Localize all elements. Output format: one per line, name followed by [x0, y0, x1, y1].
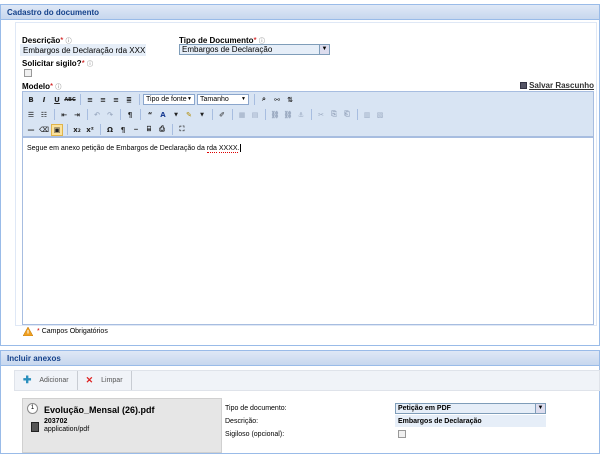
anchor-icon[interactable]: ⚓ [295, 109, 307, 121]
binoculars-icon[interactable]: ⚯ [271, 94, 283, 106]
attachment-tipo-select[interactable]: Petição em PDF ▼ [395, 403, 546, 414]
omega-icon[interactable]: Ω [104, 124, 116, 136]
attachment-size: 203702 [44, 418, 68, 425]
pilcrow-icon[interactable]: ¶ [117, 124, 129, 136]
add-button[interactable]: ✚ Adicionar [15, 371, 78, 390]
indent-icon[interactable]: ⇥ [71, 109, 83, 121]
align-justify-icon[interactable]: ≣ [123, 94, 135, 106]
numbered-list-icon[interactable]: ☷ [38, 109, 50, 121]
redo-icon[interactable]: ↷ [104, 109, 116, 121]
required-asterisk: * [81, 59, 85, 68]
attachment-number: 1 [27, 403, 38, 414]
blockquote-icon[interactable]: “ [144, 109, 156, 121]
warning-icon [23, 327, 33, 336]
close-icon: ✕ [85, 375, 94, 385]
link-icon[interactable]: ⛓ [269, 109, 281, 121]
font-family-select[interactable]: Tipo de fonte ▼ [143, 94, 195, 105]
outdent-icon[interactable]: ⇤ [58, 109, 70, 121]
clear-button[interactable]: ✕ Limpar [78, 371, 132, 390]
tipo-documento-select[interactable]: Embargos de Declaração ▼ [179, 44, 330, 55]
table-insert-icon[interactable]: ▦ [236, 109, 248, 121]
save-draft-link[interactable]: Salvar Rascunho [520, 81, 594, 90]
attachment-sigiloso-checkbox[interactable] [398, 430, 406, 438]
sigilo-checkbox[interactable] [24, 69, 32, 77]
strikethrough-icon[interactable]: ABC [64, 94, 76, 106]
descricao-input[interactable]: Embargos de Declaração rda XXXX [20, 44, 146, 56]
replace-icon[interactable]: ⇅ [284, 94, 296, 106]
required-note: * Campos Obrigatórios [23, 327, 108, 336]
copy-icon[interactable]: ⎘ [328, 109, 340, 121]
italic-icon[interactable]: I [38, 94, 50, 106]
pagebreak-icon[interactable]: ⎯ [130, 124, 142, 136]
bold-icon[interactable]: B [25, 94, 37, 106]
sigilo-label: Solicitar sigilo?* ⓘ [22, 59, 93, 68]
bullet-list-icon[interactable]: ☰ [25, 109, 37, 121]
toolbar-row-1: B I U ABC ≡ ≡ ≡ ≣ Tipo de fonte ▼ Tamanho… [25, 93, 297, 106]
attachment-mime: application/pdf [44, 426, 90, 433]
horizontal-rule-icon[interactable]: — [25, 124, 37, 136]
align-center-icon[interactable]: ≡ [97, 94, 109, 106]
align-left-icon[interactable]: ≡ [84, 94, 96, 106]
paste-icon[interactable]: ⎗ [341, 109, 353, 121]
print-icon[interactable]: ⎙ [156, 124, 168, 136]
paragraph-icon[interactable]: ¶ [124, 109, 136, 121]
edit-icon[interactable]: ✐ [216, 109, 228, 121]
chevron-down-icon[interactable]: ▼ [196, 109, 208, 121]
table-delete-icon[interactable]: ▧ [374, 109, 386, 121]
floppy-disk-icon [520, 82, 528, 89]
unlink-icon[interactable]: ⛓ [282, 109, 294, 121]
chevron-down-icon[interactable]: ▼ [535, 404, 545, 413]
attachments-panel-title: Incluir anexos [1, 351, 599, 366]
subscript-icon[interactable]: x₂ [71, 124, 83, 136]
text-caret [239, 144, 241, 152]
help-icon[interactable]: ⓘ [87, 62, 93, 68]
template-icon[interactable]: ⌸ [143, 124, 155, 136]
attachment-tipo-label: Tipo de documento: [225, 405, 287, 412]
attachment-sigiloso-label: Sigiloso (opcional): [225, 431, 285, 438]
plus-icon: ✚ [23, 375, 32, 386]
attachment-desc-label: Descrição: [225, 418, 259, 425]
table-props-icon[interactable]: ▤ [249, 109, 261, 121]
required-asterisk: * [50, 82, 54, 91]
image-icon[interactable]: ▣ [51, 123, 63, 136]
cut-icon[interactable]: ✂ [315, 109, 327, 121]
table-icon[interactable]: ▥ [361, 109, 373, 121]
toolbar-row-2: ☰ ☷ ⇤ ⇥ ↶ ↷ ¶ “ A ▼ ✎ ▼ ✐ ▦ ▤ ⛓ ⛓ ⚓ ✂ ⎘ … [25, 108, 387, 121]
font-size-select[interactable]: Tamanho ▼ [197, 94, 249, 105]
superscript-icon[interactable]: x² [84, 124, 96, 136]
fullscreen-icon[interactable]: ⛶ [176, 124, 188, 136]
find-icon[interactable]: ⌕ [258, 94, 270, 106]
modelo-label: Modelo* ⓘ [22, 82, 62, 91]
underline-icon[interactable]: U [51, 94, 63, 106]
editor-toolbar: B I U ABC ≡ ≡ ≡ ≣ Tipo de fonte ▼ Tamanho… [22, 91, 594, 137]
eraser-icon[interactable]: ⌫ [38, 124, 50, 136]
editor-content[interactable]: Segue em anexo petição de Embargos de De… [22, 137, 594, 325]
attachment-desc-input[interactable]: Embargos de Declaração [395, 415, 546, 427]
chevron-down-icon: ▼ [187, 96, 192, 102]
attachment-filename: Evolução_Mensal (26).pdf [44, 405, 155, 415]
chevron-down-icon: ▼ [241, 96, 246, 102]
align-right-icon[interactable]: ≡ [110, 94, 122, 106]
chevron-down-icon[interactable]: ▼ [170, 109, 182, 121]
trash-icon[interactable] [31, 422, 39, 432]
chevron-down-icon[interactable]: ▼ [319, 45, 329, 54]
toolbar-row-3: — ⌫ ▣ x₂ x² Ω ¶ ⎯ ⌸ ⎙ ⛶ [25, 123, 189, 136]
text-color-icon[interactable]: A [157, 109, 169, 121]
highlight-color-icon[interactable]: ✎ [183, 109, 195, 121]
attachment-card: 1 Evolução_Mensal (26).pdf 203702 applic… [22, 398, 222, 453]
document-panel-title: Cadastro do documento [1, 5, 599, 20]
attachments-toolbar: ✚ Adicionar ✕ Limpar [14, 370, 600, 391]
undo-icon[interactable]: ↶ [91, 109, 103, 121]
